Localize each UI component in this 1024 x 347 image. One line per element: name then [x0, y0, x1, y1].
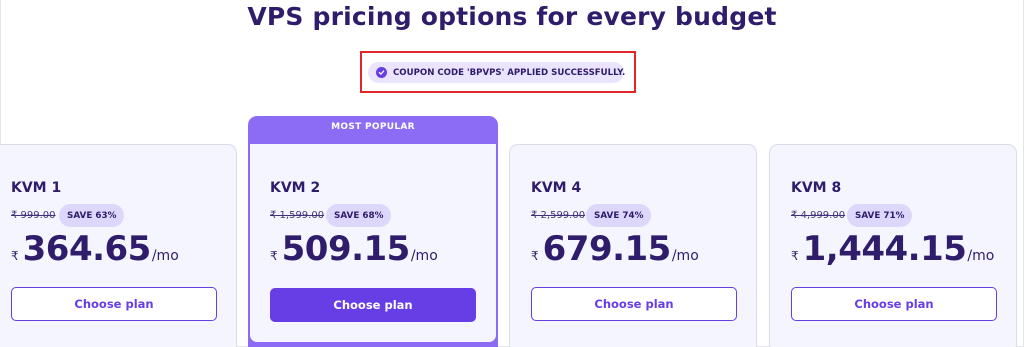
old-price: ₹ 1,599.00 [270, 210, 325, 221]
plan-card-kvm4: KVM 4 ₹ 2,599.00 SAVE 74% ₹ 679.15 /mo C… [509, 144, 757, 347]
currency-symbol: ₹ [791, 249, 799, 263]
choose-plan-button-kvm2[interactable]: Choose plan [270, 288, 476, 322]
price-period: /mo [967, 248, 995, 264]
plan-name: KVM 4 [531, 180, 582, 196]
price-period: /mo [151, 248, 179, 264]
check-circle-icon [376, 67, 387, 78]
coupon-applied-badge: COUPON CODE 'BPVPS' APPLIED SUCCESSFULLY… [368, 62, 626, 83]
currency-symbol: ₹ [11, 249, 19, 263]
old-price: ₹ 4,999.00 [791, 210, 846, 221]
save-badge: SAVE 74% [586, 204, 652, 227]
page-title: VPS pricing options for every budget [247, 2, 777, 31]
price-amount: 364.65 [22, 229, 152, 269]
save-badge: SAVE 71% [847, 204, 913, 227]
most-popular-label: MOST POPULAR [331, 122, 415, 132]
plan-name: KVM 2 [270, 180, 321, 196]
save-badge: SAVE 63% [59, 204, 125, 227]
price: ₹ 679.15 /mo [531, 229, 699, 269]
plan-card-kvm8: KVM 8 ₹ 4,999.00 SAVE 71% ₹ 1,444.15 /mo… [769, 144, 1017, 347]
currency-symbol: ₹ [531, 249, 539, 263]
old-price: ₹ 999.00 [11, 210, 56, 221]
price-period: /mo [671, 248, 699, 264]
coupon-message: COUPON CODE 'BPVPS' APPLIED SUCCESSFULLY… [393, 67, 626, 78]
price-amount: 1,444.15 [802, 229, 967, 269]
price-amount: 509.15 [281, 229, 411, 269]
choose-plan-button-kvm8[interactable]: Choose plan [791, 287, 997, 321]
price: ₹ 1,444.15 /mo [791, 229, 994, 269]
plan-card-kvm1: KVM 1 ₹ 999.00 SAVE 63% ₹ 364.65 /mo Cho… [0, 144, 237, 347]
currency-symbol: ₹ [270, 249, 278, 263]
price: ₹ 364.65 /mo [11, 229, 179, 269]
choose-plan-button-kvm1[interactable]: Choose plan [11, 287, 217, 321]
plan-card-kvm2: KVM 2 ₹ 1,599.00 SAVE 68% ₹ 509.15 /mo C… [248, 144, 498, 344]
price: ₹ 509.15 /mo [270, 229, 438, 269]
save-badge: SAVE 68% [326, 204, 392, 227]
price-period: /mo [410, 248, 438, 264]
price-amount: 679.15 [542, 229, 672, 269]
choose-plan-button-kvm4[interactable]: Choose plan [531, 287, 737, 321]
old-price: ₹ 2,599.00 [531, 210, 586, 221]
plan-name: KVM 8 [791, 180, 842, 196]
plan-name: KVM 1 [11, 180, 62, 196]
